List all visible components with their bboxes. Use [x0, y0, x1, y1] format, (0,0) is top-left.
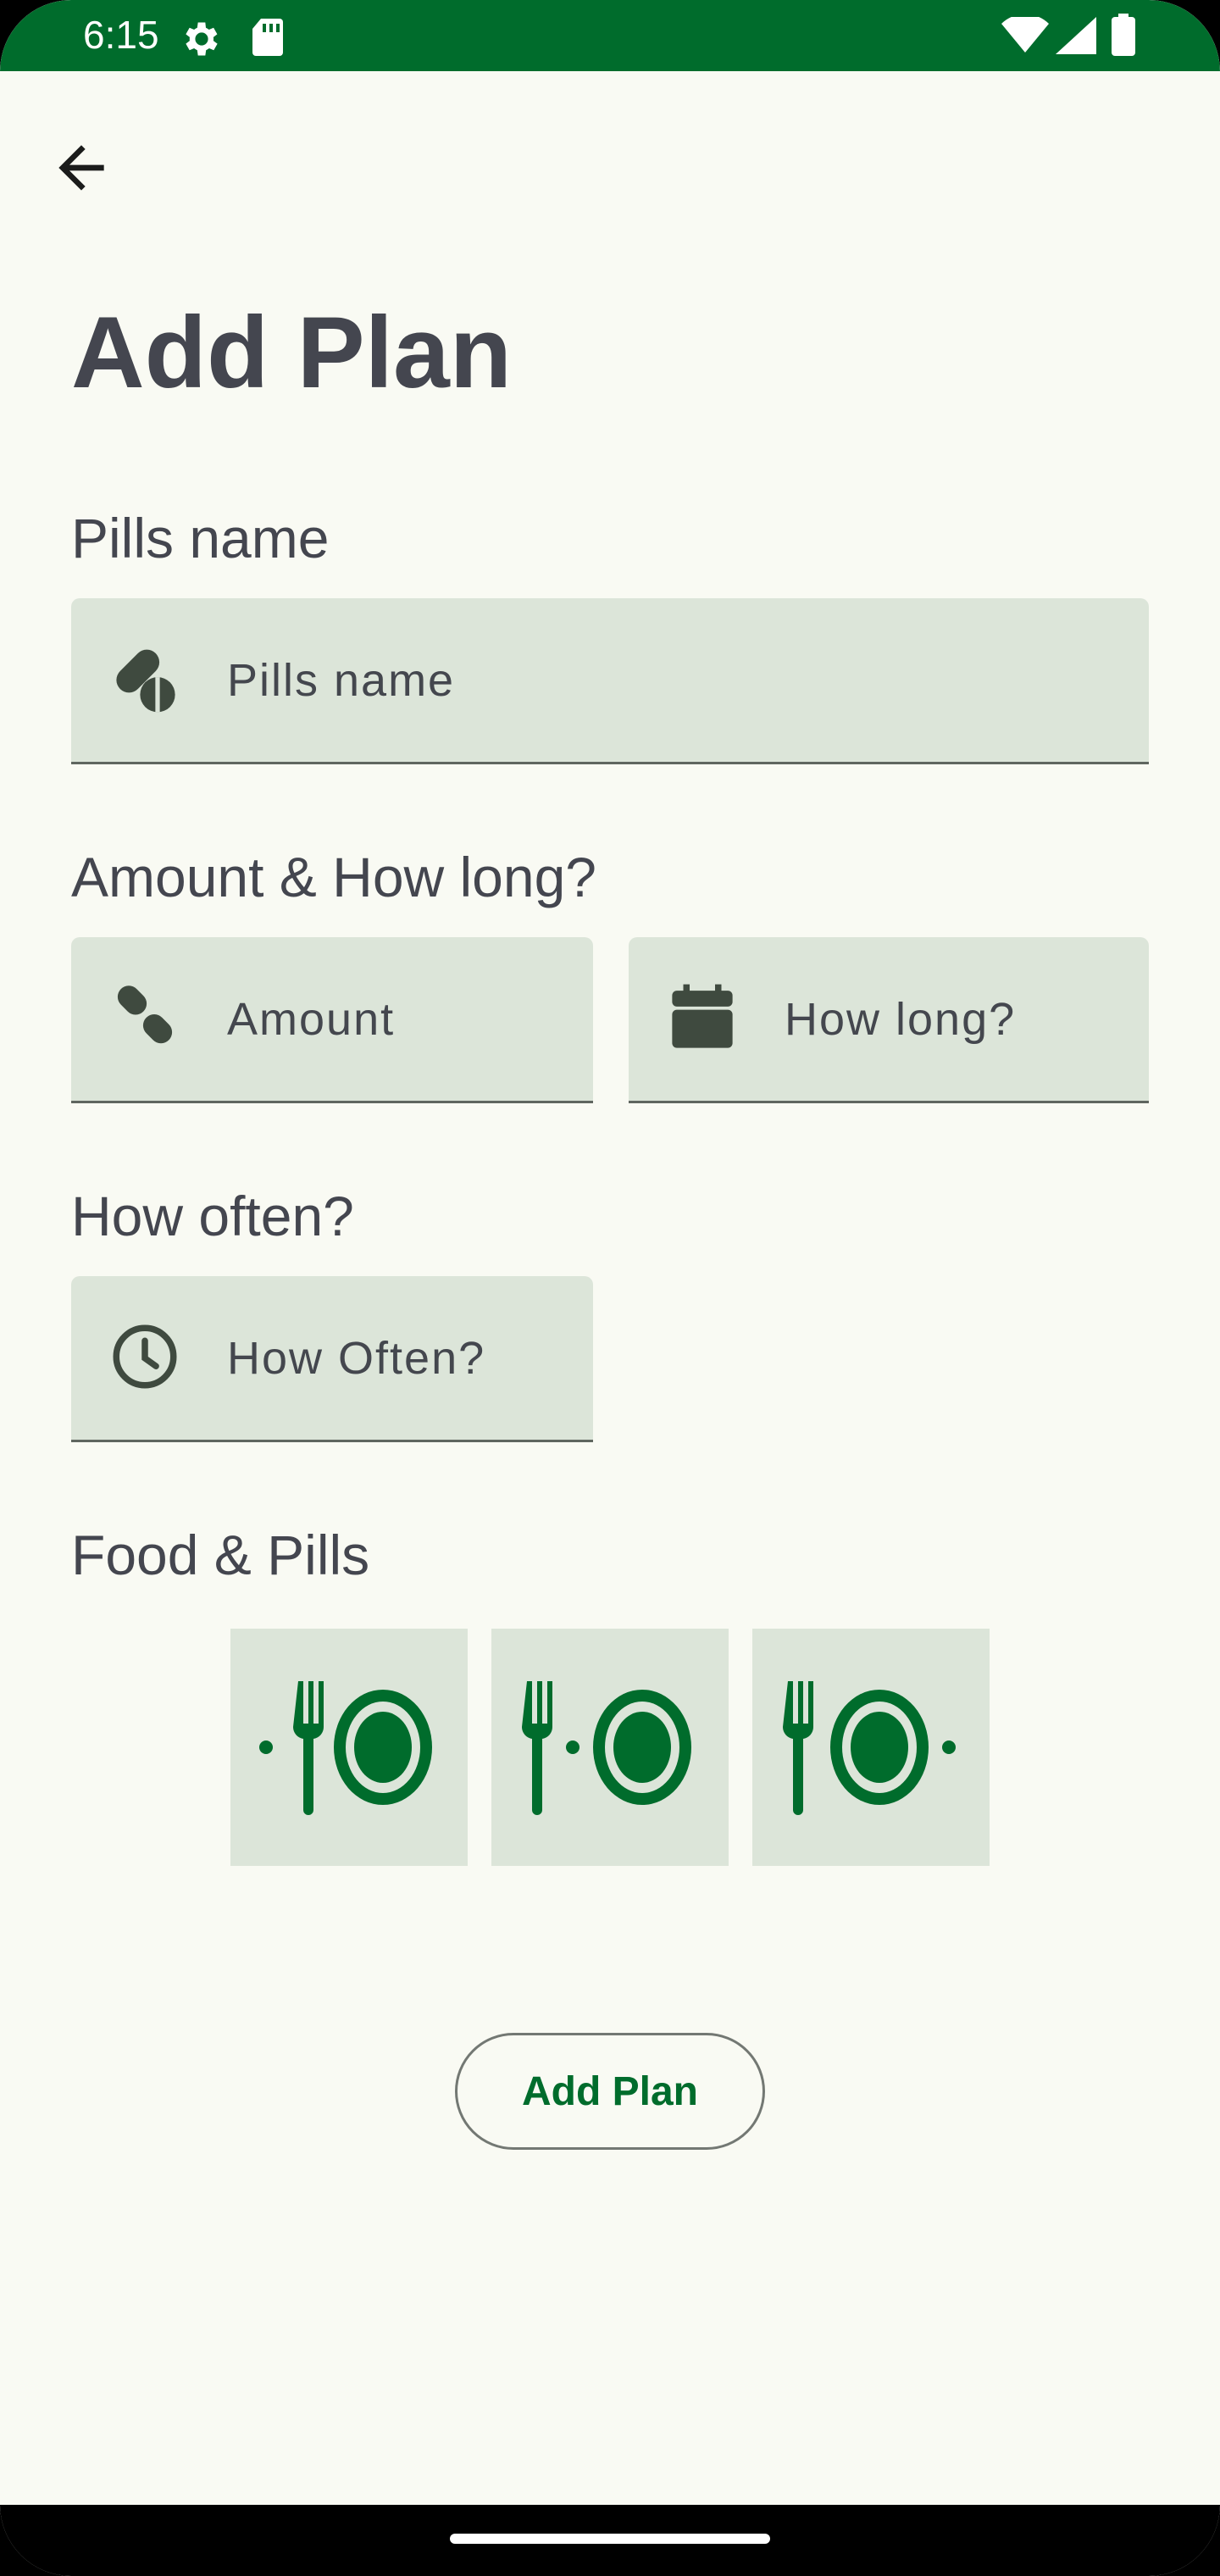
after-food-icon [782, 1681, 956, 1815]
settings-icon [186, 22, 218, 56]
back-button[interactable] [47, 134, 115, 202]
food-option-with[interactable] [491, 1629, 729, 1866]
arrow-back-icon [58, 145, 104, 191]
food-option-after[interactable] [752, 1629, 990, 1866]
amount-how-long-label: Amount & How long? [71, 846, 597, 908]
wifi-icon [1001, 17, 1049, 53]
app-screen: 6:15 Add Plan Pills name Pills name Amou… [0, 0, 1220, 2576]
pills-icon [116, 649, 175, 713]
add-plan-button[interactable]: Add Plan [455, 2033, 765, 2150]
calendar-icon [672, 984, 733, 1048]
battery-icon [1112, 14, 1135, 56]
status-bar: 6:15 [0, 0, 1220, 71]
how-often-label: How often? [71, 1185, 354, 1247]
food-pills-label: Food & Pills [71, 1524, 370, 1586]
signal-icon [1056, 17, 1096, 54]
capsules-icon [117, 985, 173, 1044]
pills-name-label: Pills name [71, 507, 330, 569]
how-long-placeholder: How long? [785, 994, 1017, 1045]
clock-icon [113, 1324, 177, 1389]
home-handle[interactable] [450, 2534, 770, 2544]
status-time: 6:15 [83, 13, 159, 57]
page-title: Add Plan [71, 296, 513, 409]
how-often-placeholder: How Often? [227, 1333, 486, 1384]
amount-field[interactable]: Amount [71, 937, 593, 1103]
sd-card-icon [252, 19, 283, 56]
pills-name-placeholder: Pills name [227, 655, 456, 706]
pills-name-field[interactable]: Pills name [71, 598, 1149, 764]
before-food-icon [259, 1681, 432, 1815]
how-often-field[interactable]: How Often? [71, 1276, 593, 1442]
amount-placeholder: Amount [227, 994, 396, 1045]
how-long-field[interactable]: How long? [629, 937, 1149, 1103]
food-option-before[interactable] [230, 1629, 468, 1866]
with-food-icon [521, 1681, 691, 1815]
